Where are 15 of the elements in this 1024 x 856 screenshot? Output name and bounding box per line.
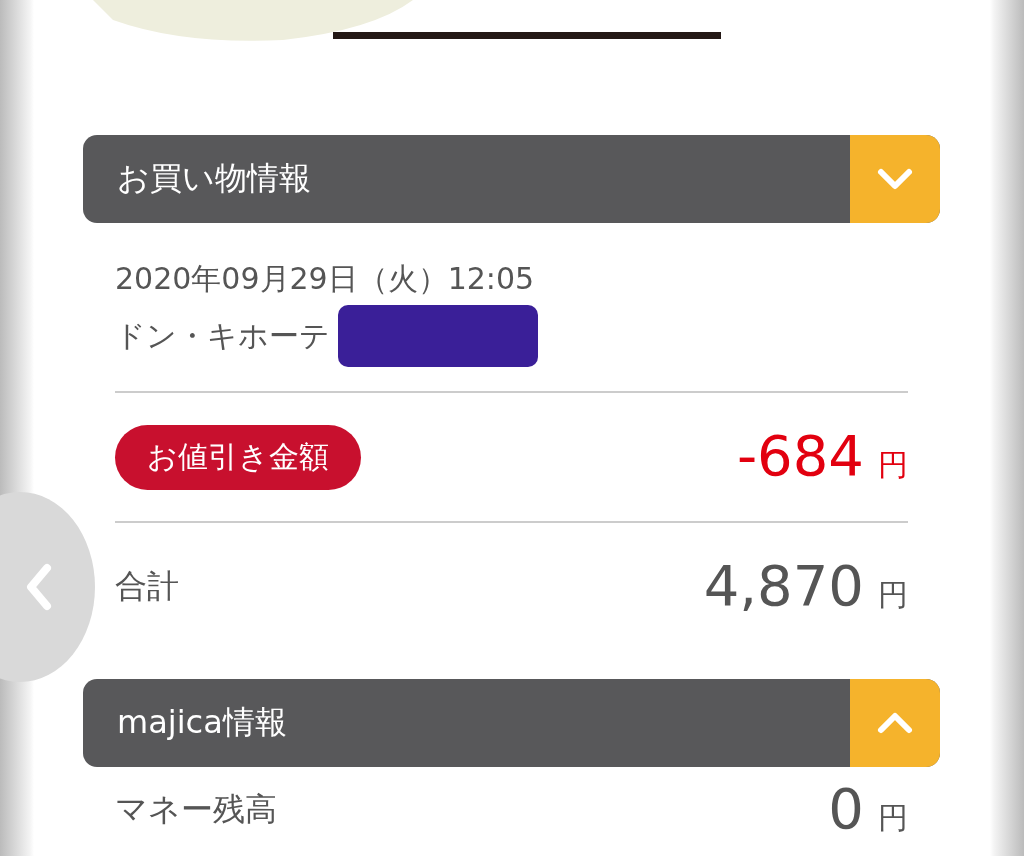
- balance-label: マネー残高: [115, 789, 277, 830]
- section-title: お買い物情報: [116, 158, 312, 199]
- discount-label: お値引き金額: [115, 424, 361, 490]
- section-title: majica情報: [116, 702, 288, 743]
- chevron-button[interactable]: [850, 679, 940, 767]
- amount-value: 4,870: [703, 558, 864, 614]
- yen-unit: 円: [878, 446, 908, 484]
- store-name: ドン・キホーテ: [115, 317, 330, 355]
- yen-unit: 円: [878, 576, 908, 614]
- yen-unit: 円: [878, 799, 908, 837]
- amount-value: 0: [828, 781, 864, 837]
- chevron-button[interactable]: [850, 135, 940, 223]
- amount-value: -684: [736, 428, 864, 484]
- purchase-date: 2020年09月29日（火）12:05: [115, 260, 536, 298]
- total-label: 合計: [115, 566, 179, 607]
